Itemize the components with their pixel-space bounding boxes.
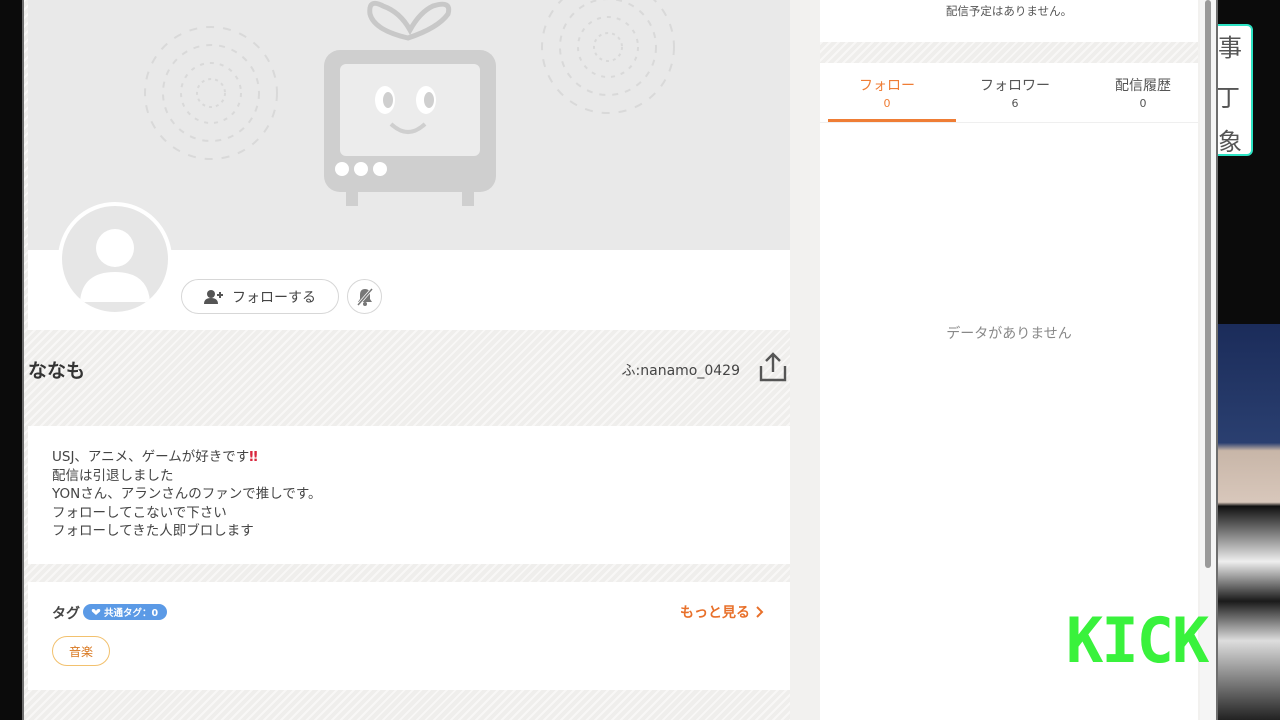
avatar [58,202,172,316]
profile-column: フォローする ななも ふ:nanamo_0429 USJ、アニメ、ゲームが好きで… [24,0,790,720]
tag-chip[interactable]: 音楽 [52,636,111,666]
follow-button-label: フォローする [232,289,316,306]
share-icon[interactable] [756,350,790,384]
browser-window: フォローする ななも ふ:nanamo_0429 USJ、アニメ、ゲームが好きで… [22,0,1218,720]
default-user-icon [80,229,150,302]
profile-name: ななも [28,360,86,382]
hearts-icon [91,609,101,615]
notification-mute-button[interactable] [347,279,382,314]
profile-bio: USJ、アニメ、ゲームが好きです‼ 配信は引退しました YONさん、アランさんの… [28,426,790,564]
bio-line: USJ、アニメ、ゲームが好きです‼ [52,449,258,465]
tags-section: タグ 共通タグ：0 もっと見る 音楽 [28,582,790,690]
screen: フォローする ななも ふ:nanamo_0429 USJ、アニメ、ゲームが好きで… [0,0,1280,720]
tab-divider [820,122,1198,123]
schedule-text: 配信予定はありません。 [945,4,1073,18]
profile-name-row: ななも ふ:nanamo_0429 [24,344,790,394]
chevron-right-icon [756,606,764,618]
follow-button[interactable]: フォローする [181,279,339,314]
shared-tags-badge: 共通タグ：0 [83,604,168,620]
double-exclamation-emoji: ‼ [249,449,258,465]
bio-line: YONさん、アランさんのファンで推しです。 [52,486,322,503]
more-tags-link[interactable]: もっと見る [680,602,764,622]
profile-user-id: ふ:nanamo_0429 [621,363,740,379]
kick-logo: KICK [1066,604,1209,677]
tab-follow[interactable]: フォロー 0 [824,63,950,123]
active-tab-indicator [828,119,956,122]
webcam-feed [1218,324,1280,720]
bio-line: 配信は引退しました [52,467,174,484]
bio-line: フォローしてきた人即ブロします [52,523,254,540]
bio-line: フォローしてこないで下さい [52,504,227,521]
schedule-panel: 配信予定はありません。 [820,0,1198,42]
empty-state-text: データがありません [946,326,1072,342]
tags-title: タグ [52,606,80,622]
bell-off-icon [356,287,373,306]
tab-stream-history[interactable]: 配信履歴 0 [1080,63,1206,123]
overlay-side-card: 事 丁 象 [1218,24,1253,156]
scrollbar-thumb[interactable] [1205,0,1211,568]
user-plus-icon [204,289,223,304]
tab-followers[interactable]: フォロワー 6 [952,63,1078,123]
